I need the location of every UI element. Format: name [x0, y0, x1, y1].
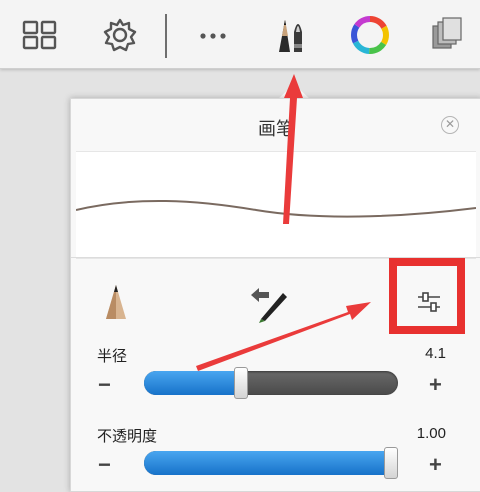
arrow-right [196, 302, 371, 371]
arrow-up [283, 74, 303, 224]
annotation-arrows [196, 74, 371, 371]
